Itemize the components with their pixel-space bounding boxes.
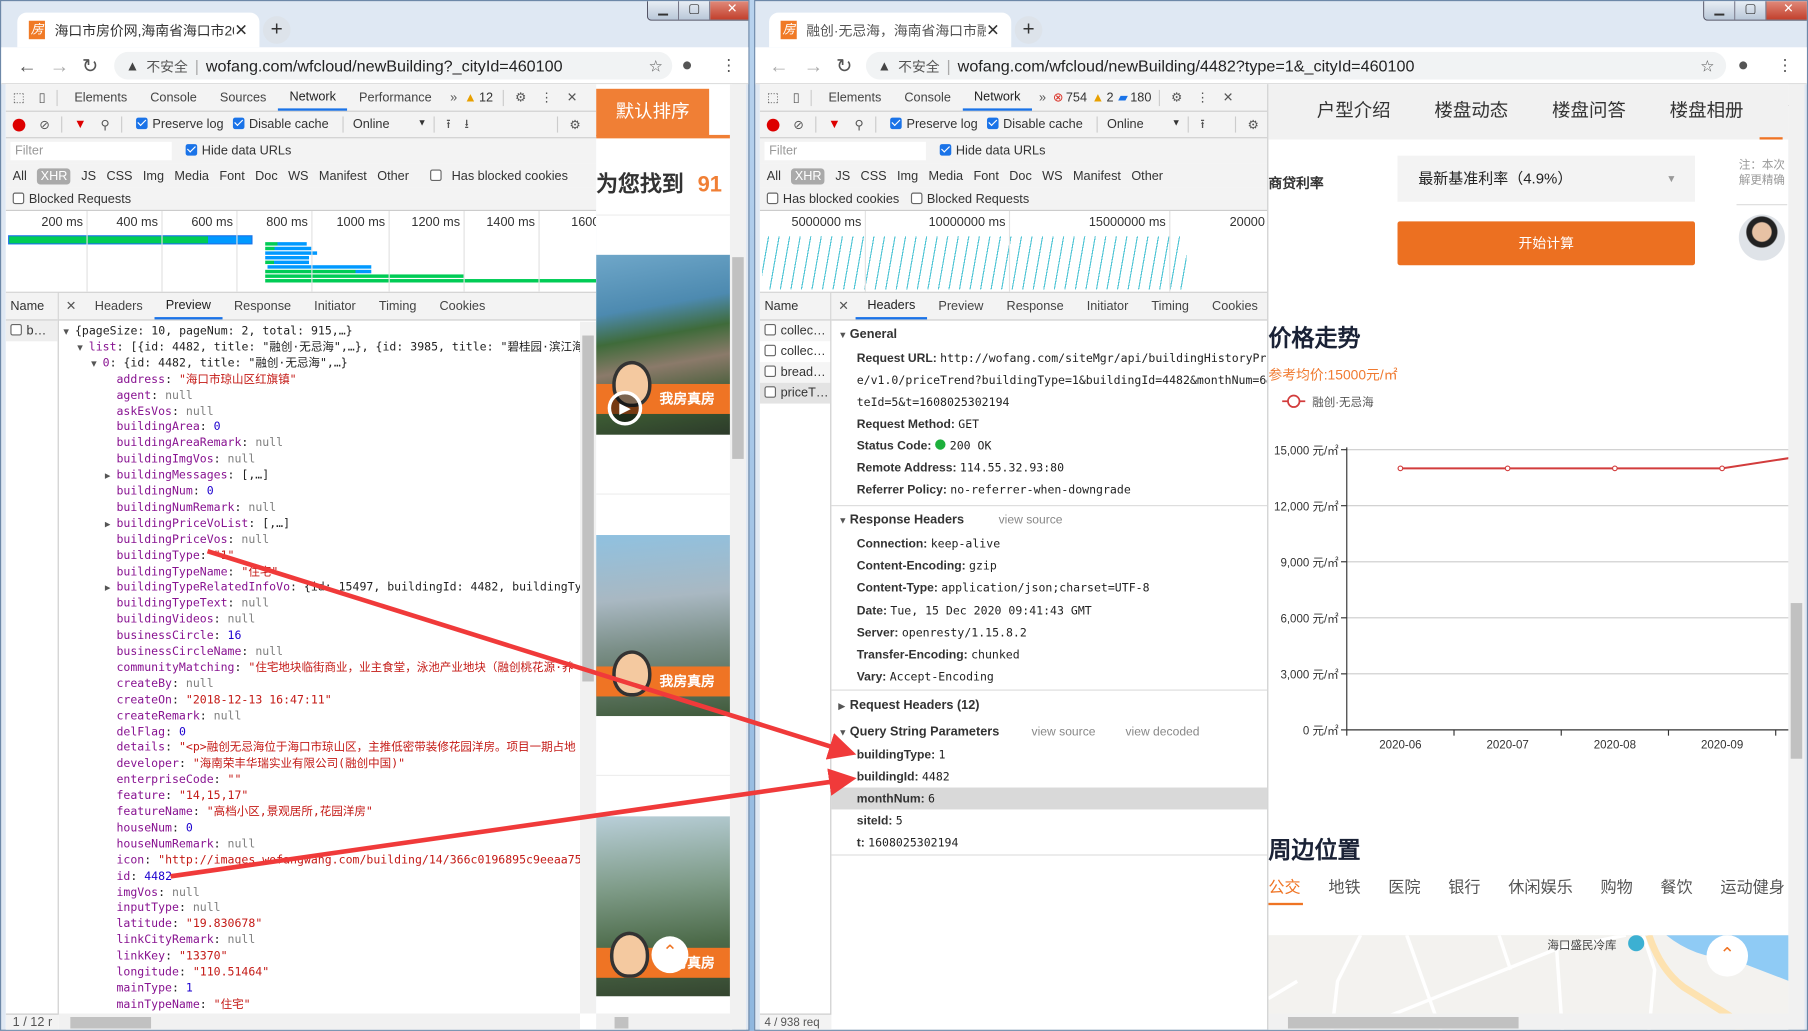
desktop: ▁▢✕ 房 海口市房价网,海南省海口市2020 ✕ + ← → ↻ ▲ 不安全 … xyxy=(0,0,1808,1031)
annotation-arrows xyxy=(170,548,857,879)
arrow-buildingid xyxy=(170,768,857,879)
arrow-buildingtype xyxy=(206,548,857,760)
